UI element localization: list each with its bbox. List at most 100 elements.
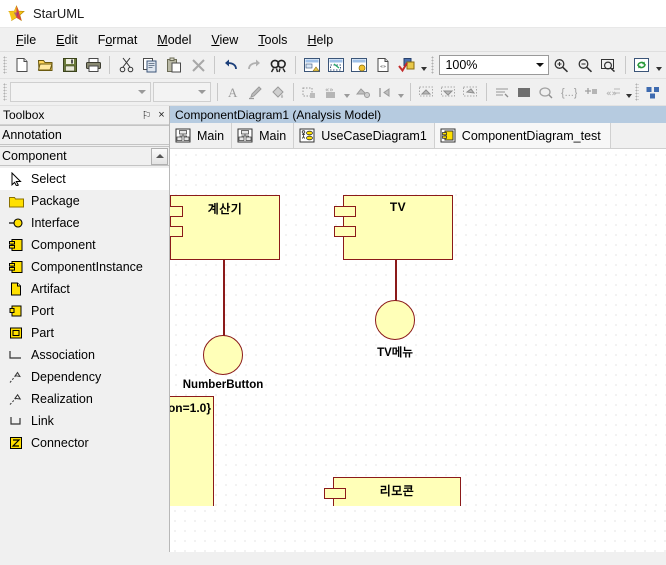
svg-text:A: A [228,85,238,100]
tab-main-2[interactable]: Main [232,123,295,148]
show-compartment-icon[interactable] [536,81,556,103]
menu-view[interactable]: View [201,30,248,50]
canvas-bottom-filler[interactable] [170,506,666,552]
version-note[interactable]: ion=1.0} [170,396,214,506]
toolbox-group-component[interactable]: Component [0,146,169,166]
zoom-in-icon[interactable] [550,54,572,76]
show-property-icon[interactable] [514,81,534,103]
tv-component[interactable]: TV [334,195,453,260]
toolbox-item-select[interactable]: Select [0,168,169,190]
paste-icon[interactable] [163,54,185,76]
redo-icon[interactable] [244,54,266,76]
tab-main-1[interactable]: Main [170,123,233,148]
new-icon[interactable] [11,54,33,76]
toolbox-item-port[interactable]: Port [0,300,169,322]
stereotype-display-icon[interactable] [299,81,319,103]
bring-to-front-icon[interactable] [416,81,436,103]
numberbutton-interface[interactable]: NumberButton [183,335,263,391]
send-to-back-icon[interactable] [438,81,458,103]
open-icon[interactable] [35,54,57,76]
tab-componentdiagram-test[interactable]: ComponentDiagram_test [434,123,611,148]
chevron-down-icon[interactable] [625,81,635,103]
toolbox-item-interface[interactable]: Interface [0,212,169,234]
remote-component[interactable]: 리모콘 [324,477,461,506]
chevron-down-icon[interactable] [194,90,210,94]
line-style-icon[interactable]: «» [321,81,341,103]
menu-file[interactable]: File [6,30,46,50]
component-diagram-icon [440,128,457,144]
align-left-icon[interactable] [375,81,395,103]
properties-icon[interactable] [348,54,370,76]
fit-to-window-icon[interactable] [598,54,620,76]
connection-calculator-numberbutton[interactable] [223,259,225,337]
tab-usecasediagram1[interactable]: UseCaseDiagram1 [294,123,435,148]
toolbox-item-connector[interactable]: Connector [0,432,169,454]
toolbar-grip[interactable] [3,56,7,74]
font-size-combo[interactable] [152,82,212,102]
show-stereotype-braces-icon[interactable]: {...} [559,81,579,103]
toolbar-overflow-arrow-2[interactable] [654,54,664,76]
toolbox-item-package[interactable]: Package [0,190,169,212]
toolbox-item-part[interactable]: Part [0,322,169,344]
font-family-combo[interactable] [9,82,151,102]
line-color-icon[interactable] [245,81,265,103]
chevron-down-icon[interactable] [397,81,407,103]
verify-model-icon[interactable] [396,54,418,76]
menu-help[interactable]: Help [297,30,343,50]
layout-toolbar-grip[interactable] [635,83,639,101]
diagram-canvas[interactable]: 계산기 TV 리모콘 NumberButton TV메뉴 n=1.0} [170,149,666,506]
print-icon[interactable] [83,54,105,76]
menubar: File Edit Format Model View Tools Help [0,28,666,52]
port-icon [6,303,26,319]
toolbox-item-association[interactable]: Association [0,344,169,366]
toolbar-separator [217,83,219,101]
diagram-canvas-wrap[interactable]: 계산기 TV 리모콘 NumberButton TV메뉴 n=1.0} [170,149,666,506]
tvmenu-interface[interactable]: TV메뉴 [375,300,415,359]
toolbar-overflow-arrow[interactable] [419,54,429,76]
toolbox-item-component[interactable]: Component [0,234,169,256]
align-center-icon[interactable] [353,81,373,103]
undo-icon[interactable] [220,54,242,76]
component-instance-icon [6,259,26,275]
save-icon[interactable] [59,54,81,76]
show-attributes-icon[interactable] [581,81,601,103]
layout-diagram-icon[interactable] [643,81,663,103]
zoom-combo[interactable]: 100% [439,55,550,75]
chevron-down-icon[interactable] [342,81,352,103]
font-color-icon[interactable]: A [223,81,243,103]
refresh-icon[interactable] [631,54,653,76]
close-icon[interactable]: × [154,109,169,121]
show-visibility-icon[interactable] [492,81,512,103]
chevron-down-icon[interactable] [531,56,548,74]
toolbox-group-annotation[interactable]: Annotation [0,125,169,145]
select-in-model-icon[interactable] [325,54,347,76]
find-icon[interactable] [268,54,290,76]
connection-tv-tvmenu[interactable] [395,259,397,302]
toolbox-item-dependency[interactable]: Dependency [0,366,169,388]
toolbox-item-label: Component [31,238,96,252]
copy-icon[interactable] [139,54,161,76]
toolbox-item-link[interactable]: Link [0,410,169,432]
delete-icon[interactable] [187,54,209,76]
add-diagram-icon[interactable] [301,54,323,76]
toolbox-item-artifact[interactable]: Artifact [0,278,169,300]
menu-edit[interactable]: Edit [46,30,88,50]
menu-tools[interactable]: Tools [248,30,297,50]
zoom-out-icon[interactable] [574,54,596,76]
cut-icon[interactable] [115,54,137,76]
calculator-component[interactable]: 계산기 [170,195,280,260]
fill-color-icon[interactable] [268,81,288,103]
chevron-down-icon[interactable] [134,90,150,94]
zoom-toolbar-grip[interactable] [430,56,435,74]
class-diagram-icon [175,128,192,144]
auto-resize-icon[interactable] [461,81,481,103]
scroll-up-icon[interactable] [151,147,168,165]
pin-icon[interactable]: ⚐ [139,109,154,122]
toolbox-item-componentinstance[interactable]: ComponentInstance [0,256,169,278]
menu-format[interactable]: Format [88,30,148,50]
documentation-icon[interactable]: «» [372,54,394,76]
toolbox-item-realization[interactable]: Realization [0,388,169,410]
menu-model[interactable]: Model [147,30,201,50]
show-operations-icon[interactable]: «» [603,81,623,103]
format-toolbar-grip[interactable] [3,83,7,101]
